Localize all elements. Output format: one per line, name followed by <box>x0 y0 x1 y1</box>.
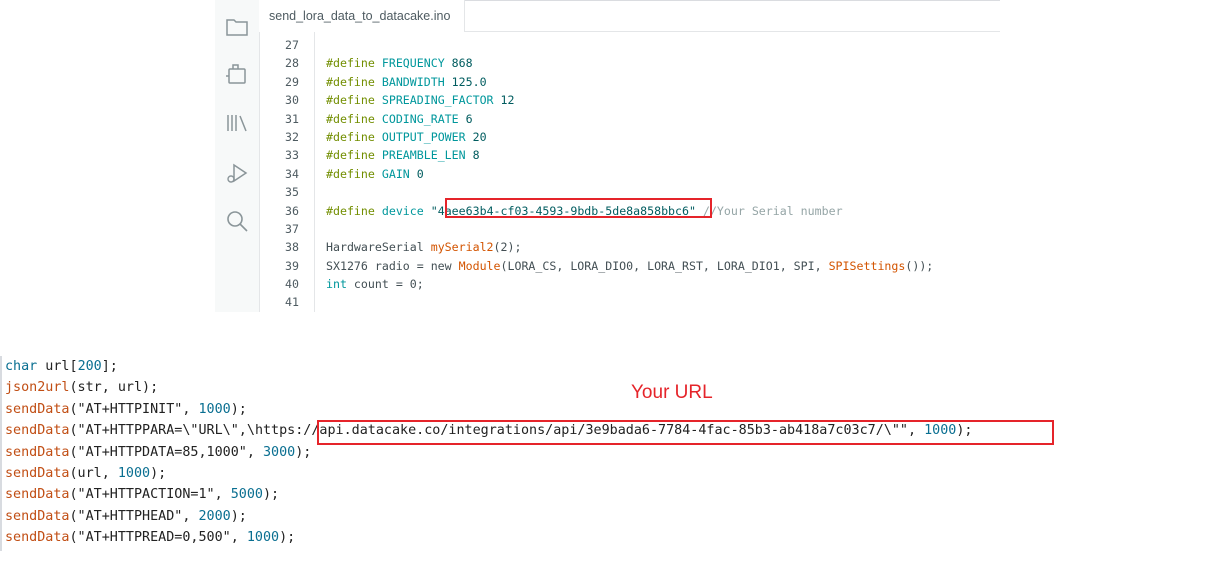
code-line: 37 <box>285 221 299 236</box>
snippet-line: sendData("AT+HTTPACTION=1", 5000); <box>5 487 280 503</box>
code-line: 32 #define OUTPUT_POWER 20 <box>285 129 487 144</box>
snippet-line: json2url(str, url); <box>5 380 159 396</box>
tab-sketch-file[interactable]: send_lora_data_to_datacake.ino <box>259 0 465 32</box>
snippet-line: sendData("AT+HTTPHEAD", 2000); <box>5 508 247 524</box>
code-line: 35 <box>285 185 299 200</box>
code-line: 33 #define PREAMBLE_LEN 8 <box>285 148 480 163</box>
snippet-left-border <box>0 356 2 551</box>
folder-icon[interactable] <box>224 14 250 40</box>
board-icon[interactable] <box>224 62 250 88</box>
code-line: 28 #define FREQUENCY 868 <box>285 56 473 71</box>
code-line: 34 #define GAIN 0 <box>285 166 424 181</box>
search-icon[interactable] <box>224 208 250 234</box>
snippet-line: char url[200]; <box>5 359 118 374</box>
code-line-device: 36 #define device "4aee63b4-cf03-4593-9bd… <box>285 203 843 218</box>
gutter-divider <box>314 32 315 312</box>
code-line: 31 #define CODING_RATE 6 <box>285 111 473 126</box>
debug-icon[interactable] <box>224 160 250 186</box>
arduino-ide-panel: send_lora_data_to_datacake.ino 27 28 #def… <box>215 0 1000 312</box>
code-line: 41 <box>285 295 299 310</box>
snippet-line: sendData("AT+HTTPDATA=85,1000", 3000); <box>5 444 312 460</box>
code-line: 38 HardwareSerial mySerial2(2); <box>285 240 522 255</box>
datacake-url-value: https://api.datacake.co/integrations/api… <box>254 423 884 439</box>
code-line: 29 #define BANDWIDTH 125.0 <box>285 74 487 89</box>
code-editor[interactable]: 27 28 #define FREQUENCY 868 29 #define BAN… <box>259 36 934 312</box>
snippet-line: sendData("AT+HTTPREAD=0,500", 1000); <box>5 530 296 546</box>
ide-sidebar <box>215 0 260 312</box>
snippet-line-url: sendData("AT+HTTPPARA=\"URL\",\https://a… <box>5 423 973 439</box>
code-line: 27 <box>285 38 299 52</box>
code-snippet: char url[200]; json2url(str, url); sendD… <box>0 356 1217 566</box>
code-line: 40 int count = 0; <box>285 277 424 292</box>
library-icon[interactable] <box>224 110 250 136</box>
snippet-line: sendData(url, 1000); <box>5 465 167 481</box>
code-line: 30 #define SPREADING_FACTOR 12 <box>285 93 515 108</box>
code-line: 39 SX1276 radio = new Module(LORA_CS, LOR… <box>285 258 934 273</box>
tabbar-divider <box>465 31 1000 32</box>
snippet-line: sendData("AT+HTTPINIT", 1000); <box>5 401 247 417</box>
serial-number-value: 4aee63b4-cf03-4593-9bdb-5de8a858bbc6 <box>437 203 689 218</box>
